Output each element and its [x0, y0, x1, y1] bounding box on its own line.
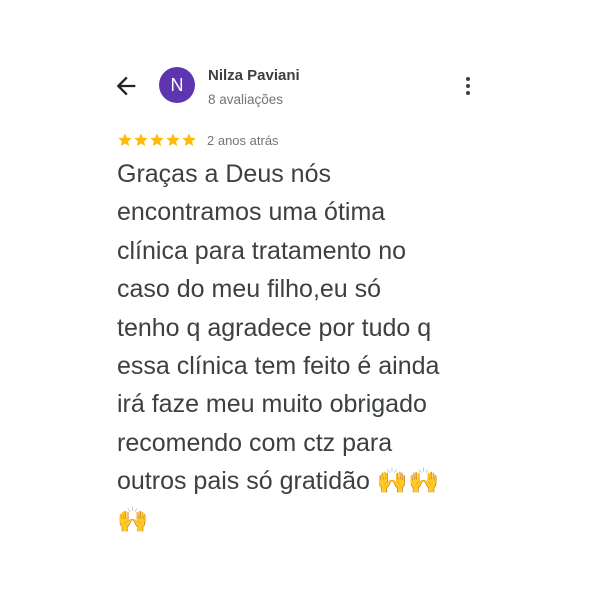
- review-header: N Nilza Paviani 8 avaliações: [0, 0, 600, 125]
- review-text: Graças a Deus nós encontramos uma ótima …: [117, 160, 440, 534]
- star-icon: [118, 133, 132, 146]
- arrow-back-icon: [116, 76, 136, 96]
- avatar[interactable]: N: [159, 67, 195, 103]
- rating-row: 2 anos atrás: [117, 130, 279, 150]
- more-vert-icon: [466, 77, 470, 95]
- back-button[interactable]: [112, 72, 140, 100]
- reviewer-review-count: 8 avaliações: [208, 92, 284, 107]
- review-date: 2 anos atrás: [207, 132, 279, 148]
- star-icon: [166, 133, 180, 146]
- star-rating: [117, 132, 197, 148]
- more-options-button[interactable]: [458, 74, 478, 98]
- reviewer-name[interactable]: Nilza Paviani: [208, 67, 300, 84]
- star-icon: [134, 133, 148, 146]
- star-icon: [182, 133, 196, 146]
- star-icon: [150, 133, 164, 146]
